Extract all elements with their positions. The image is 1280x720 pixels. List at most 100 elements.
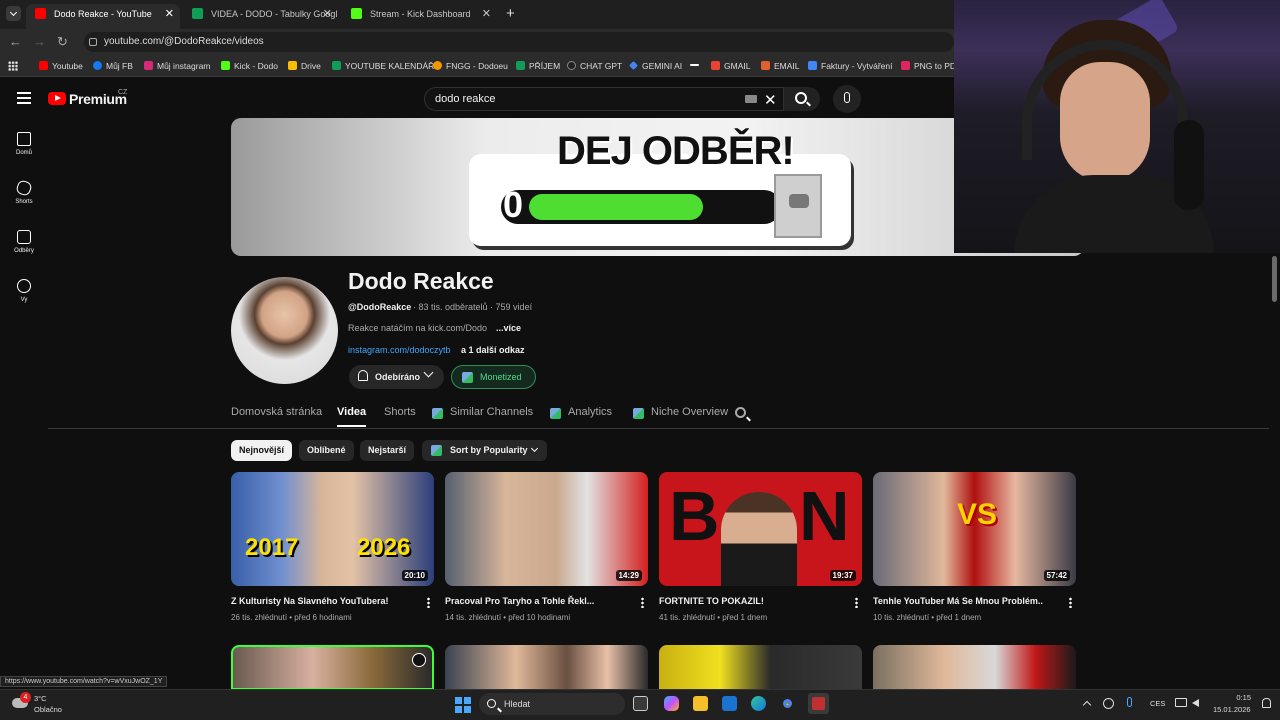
video-thumbnail[interactable] [445,645,648,690]
microphone-tray-icon[interactable] [1127,697,1132,707]
apps-grid-icon[interactable] [8,61,18,71]
close-tab-icon[interactable]: ✕ [482,4,491,24]
close-tab-icon[interactable]: ✕ [165,4,174,24]
network-icon[interactable] [1175,698,1187,707]
copilot-icon[interactable] [664,696,679,711]
channel-avatar[interactable] [231,277,338,384]
keyboard-icon[interactable] [745,95,757,103]
sidebar-item-label: Domů [15,150,32,156]
mini-guide: Domů Shorts Odběry Vy [0,121,48,681]
edge-icon[interactable] [751,696,766,711]
sidebar-item-subscriptions[interactable]: Odběry [0,230,48,254]
channel-description[interactable]: Reakce natáčím na kick.com/Dodo [348,323,487,333]
channel-search-icon[interactable] [735,407,746,418]
bookmark-gmail[interactable]: GMAIL [711,55,750,77]
voice-search-button[interactable] [833,85,861,113]
weather-desc[interactable]: Oblačno [34,705,62,714]
tab-search-button[interactable] [6,6,21,21]
bookmark-fb[interactable]: Můj FB [93,55,133,77]
tab-niche-overview[interactable]: Niche Overview [651,406,728,418]
tab-shorts[interactable]: Shorts [384,406,416,418]
outlook-icon[interactable] [722,696,737,711]
more-actions-icon[interactable] [427,597,430,608]
url-field[interactable]: youtube.com/@DodoReakce/videos [84,32,954,52]
sync-icon[interactable] [1103,698,1114,709]
video-title[interactable]: Pracoval Pro Taryho a Tohle Řekl... [445,596,594,606]
video-thumbnail[interactable] [231,645,434,690]
bookmark-gemini[interactable]: GEMINI AI [629,55,682,77]
clock-icon[interactable] [412,653,426,667]
more-links-button[interactable]: a 1 další odkaz [461,345,525,355]
clock-time[interactable]: 0:15 [1215,693,1251,702]
bookmark-icon [93,61,102,70]
video-title[interactable]: FORTNITE TO POKAZIL! [659,596,764,606]
guide-menu-icon[interactable] [17,92,31,104]
bookmark-unnamed[interactable] [690,55,703,77]
description-more-link[interactable]: ...více [496,323,521,333]
bookmark-faktury[interactable]: Faktury - Vytváření [808,55,892,77]
chip-oldest[interactable]: Nejstarší [360,440,415,461]
bookmark-kick[interactable]: Kick - Dodo [221,55,278,77]
bookmark-youtube[interactable]: Youtube [39,55,83,77]
windows-start-icon[interactable] [455,697,471,713]
task-view-icon[interactable] [633,696,648,711]
weather-temp[interactable]: 3°C [34,694,47,703]
browser-tab-kick[interactable]: Stream - Kick Dashboard ✕ [342,4,497,29]
active-app-icon[interactable] [808,693,829,714]
file-explorer-icon[interactable] [693,696,708,711]
clock-date[interactable]: 15.01.2026 [1213,705,1251,714]
sort-by-popularity-dropdown[interactable]: Sort by Popularity [422,440,547,461]
browser-tab-sheets[interactable]: VIDEA - DODO - Tabulky Googl ✕ [183,4,338,29]
more-actions-icon[interactable] [1069,597,1072,608]
clear-search-icon[interactable]: ✕ [764,91,777,109]
video-age: před 10 hodinami [508,613,571,622]
search-button[interactable] [784,87,820,111]
more-actions-icon[interactable] [641,597,644,608]
bookmark-icon [288,61,297,70]
tab-analytics[interactable]: Analytics [568,406,612,418]
volume-icon[interactable] [1192,699,1199,707]
video-thumbnail[interactable] [659,645,862,690]
sidebar-item-home[interactable]: Domů [0,132,48,156]
tab-videos[interactable]: Videa [337,406,366,418]
channel-link[interactable]: instagram.com/dodoczytb [348,345,451,355]
video-thumbnail[interactable] [873,645,1076,690]
tab-home[interactable]: Domovská stránka [231,406,322,418]
page-scrollbar[interactable] [1272,256,1277,302]
sidebar-item-shorts[interactable]: Shorts [0,179,48,205]
bookmark-png-to-pdf[interactable]: PNG to PDF [901,55,954,77]
bookmark-prijem[interactable]: PŘÍJEM [516,55,560,77]
youtube-logo-icon[interactable] [48,92,66,105]
forward-icon[interactable]: → [33,34,46,49]
chip-popular[interactable]: Oblíbené [299,440,354,461]
tab-similar-channels[interactable]: Similar Channels [450,406,533,418]
video-thumbnail[interactable]: VS 57:42 [873,472,1076,586]
search-input[interactable]: dodo reakce [424,87,784,111]
sidebar-item-you[interactable]: Vy [0,279,48,303]
bookmark-fngg[interactable]: FNGG - Dodoeu [433,55,508,77]
video-thumbnail[interactable]: 2017 2026 20:10 [231,472,434,586]
close-tab-icon[interactable]: ✕ [323,4,332,24]
new-tab-button[interactable]: + [506,5,515,22]
browser-tab-youtube[interactable]: Dodo Reakce - YouTube ✕ [26,4,180,29]
video-thumbnail[interactable]: B N 19:37 [659,472,862,586]
taskbar-search-input[interactable]: Hledat [479,693,625,715]
video-title[interactable]: Z Kulturisty Na Slavného YouTubera! [231,596,389,606]
bookmark-drive[interactable]: Drive [288,55,321,77]
input-language[interactable]: CES [1150,699,1165,708]
more-actions-icon[interactable] [855,597,858,608]
bookmark-instagram[interactable]: Můj instagram [144,55,210,77]
bookmark-email[interactable]: EMAIL [761,55,800,77]
tabs-divider [48,428,1269,429]
bookmark-chatgpt[interactable]: CHAT GPT [567,55,622,77]
notifications-icon[interactable] [1262,698,1271,708]
app-x-icon [812,697,825,710]
chip-latest[interactable]: Nejnovější [231,440,293,461]
bookmark-yt-calendar[interactable]: YOUTUBE KALENDÁŘ [332,55,434,77]
video-title[interactable]: Tenhle YouTuber Má Se Mnou Problém.. [873,596,1043,606]
back-icon[interactable]: ← [9,34,22,49]
video-thumbnail[interactable]: 14:29 [445,472,648,586]
chrome-icon[interactable] [780,696,795,711]
reload-icon[interactable]: ↻ [57,34,68,50]
site-info-icon[interactable] [89,38,97,46]
